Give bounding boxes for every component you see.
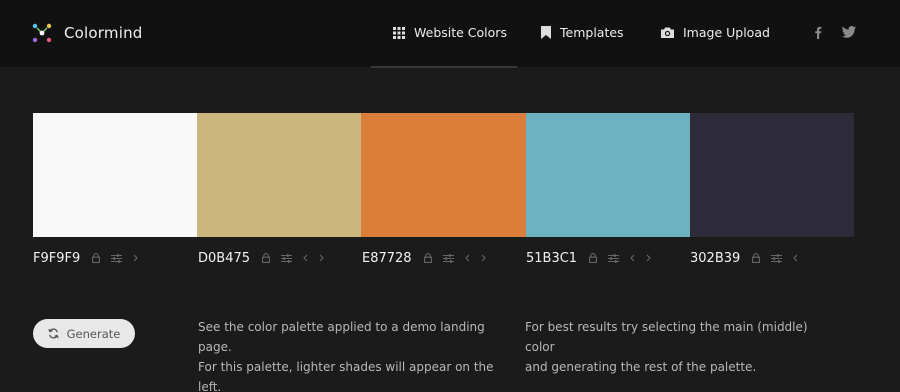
color-swatch-5[interactable]	[689, 113, 855, 237]
color-swatch-2[interactable]	[197, 113, 362, 237]
swatch-controls-5: 302B39	[690, 250, 809, 266]
adjust-icon[interactable]	[442, 253, 454, 263]
swatch-controls-3: E87728	[362, 250, 497, 266]
facebook-icon[interactable]	[814, 26, 822, 39]
nav-website-colors[interactable]: Website Colors	[393, 25, 507, 40]
adjust-icon[interactable]	[281, 253, 293, 263]
lock-icon[interactable]	[752, 253, 761, 263]
generate-button[interactable]: Generate	[33, 319, 135, 348]
refresh-icon	[47, 328, 59, 339]
generate-label: Generate	[66, 326, 121, 341]
chevron-left-icon[interactable]	[303, 254, 308, 262]
swatch-controls-2: D0B475	[198, 250, 335, 266]
hex-code[interactable]: 51B3C1	[526, 251, 577, 266]
chevron-left-icon[interactable]	[630, 254, 635, 262]
demo-info-text: See the color palette applied to a demo …	[198, 317, 498, 392]
adjust-icon[interactable]	[771, 253, 783, 263]
lock-icon[interactable]	[423, 253, 432, 263]
hex-code[interactable]: F9F9F9	[33, 251, 80, 266]
color-swatch-4[interactable]	[525, 113, 690, 237]
app-name[interactable]: Colormind	[64, 24, 143, 42]
tips-line-2: and generating the rest of the palette.	[525, 360, 757, 374]
colormind-logo-icon[interactable]	[31, 22, 53, 44]
demo-info-line-1: See the color palette applied to a demo …	[198, 320, 485, 354]
chevron-right-icon[interactable]	[481, 254, 486, 262]
color-swatch-1[interactable]	[33, 113, 198, 237]
active-tab-indicator	[371, 66, 517, 68]
nav-label: Website Colors	[414, 25, 507, 40]
top-bar: Colormind Website Colors Templates Image…	[0, 0, 900, 68]
nav-image-upload[interactable]: Image Upload	[661, 25, 770, 40]
camera-icon	[661, 27, 674, 38]
tips-line-1: For best results try selecting the main …	[525, 320, 808, 354]
chevron-left-icon[interactable]	[793, 254, 798, 262]
hex-code[interactable]: E87728	[362, 251, 412, 266]
swatch-controls-1: F9F9F9	[33, 250, 149, 266]
chevron-left-icon[interactable]	[464, 254, 470, 262]
lock-icon[interactable]	[262, 253, 270, 263]
hex-code[interactable]: 302B39	[690, 251, 740, 266]
demo-info-line-2: For this palette, lighter shades will ap…	[198, 360, 494, 392]
hex-code[interactable]: D0B475	[198, 251, 250, 266]
lock-icon[interactable]	[92, 253, 101, 263]
swatch-controls-4: 51B3C1	[526, 250, 662, 266]
adjust-icon[interactable]	[608, 253, 620, 263]
tips-text: For best results try selecting the main …	[525, 317, 825, 377]
nav-label: Templates	[560, 25, 624, 40]
chevron-right-icon[interactable]	[319, 254, 324, 262]
twitter-icon[interactable]	[842, 26, 856, 38]
color-swatch-3[interactable]	[361, 113, 526, 237]
bookmark-icon	[541, 26, 551, 39]
color-palette	[33, 113, 855, 237]
adjust-icon[interactable]	[111, 253, 123, 263]
nav-templates[interactable]: Templates	[541, 25, 624, 40]
chevron-right-icon[interactable]	[646, 254, 651, 262]
nav-label: Image Upload	[683, 25, 770, 40]
grid-icon	[393, 26, 405, 39]
lock-icon[interactable]	[589, 253, 598, 263]
chevron-right-icon[interactable]	[133, 254, 139, 262]
